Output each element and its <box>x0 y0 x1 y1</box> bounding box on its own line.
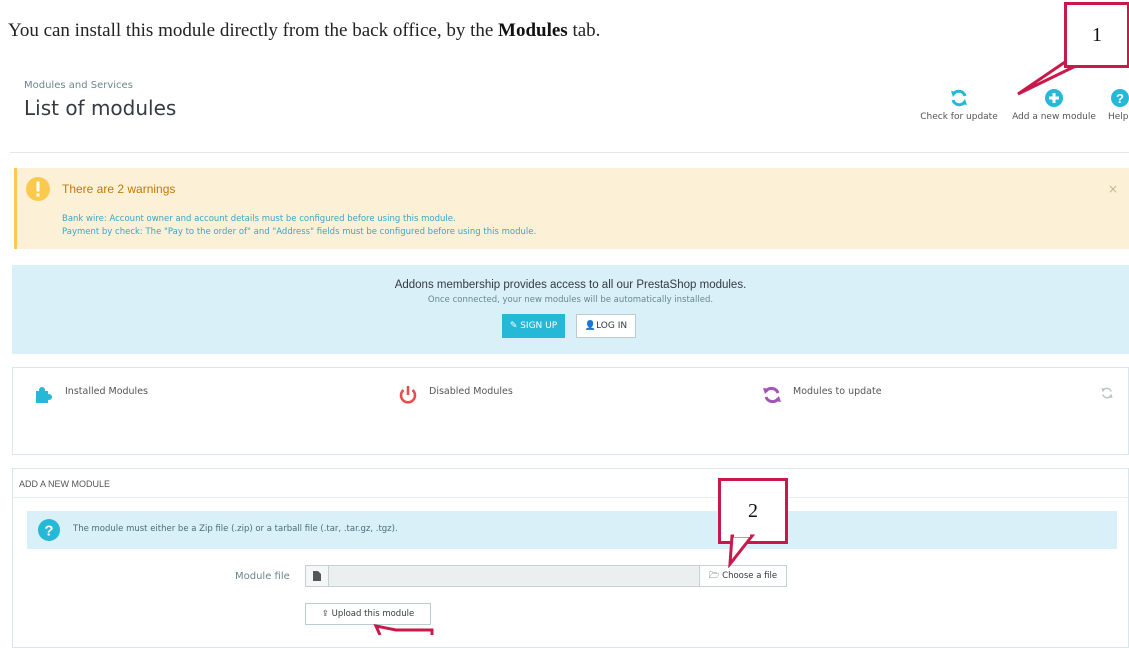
log-in-button[interactable]: 👤LOG IN <box>576 314 636 338</box>
folder-icon: 🗁 <box>708 571 723 581</box>
add-new-module-button[interactable]: Add a new module <box>1008 88 1100 122</box>
user-icon: 👤 <box>584 321 597 331</box>
panel-divider <box>13 497 1128 498</box>
info-alert: ? The module must either be a Zip file (… <box>27 511 1117 549</box>
warning-line: Payment by check: The "Pay to the order … <box>62 227 537 237</box>
svg-text:?: ? <box>1116 91 1124 106</box>
help-button[interactable]: ? Help <box>1108 88 1129 122</box>
puzzle-icon <box>36 387 52 403</box>
modules-tab-emphasis: Modules <box>498 20 568 41</box>
question-circle-icon: ? <box>38 519 60 541</box>
choose-file-button[interactable]: 🗁 Choose a file <box>699 566 786 586</box>
panel-heading: ADD A NEW MODULE <box>19 479 111 489</box>
page-title: List of modules <box>24 96 177 120</box>
addons-title: Addons membership provides access to all… <box>394 279 747 291</box>
intro-text: You can install this module directly fro… <box>8 20 601 41</box>
svg-text:?: ? <box>44 523 53 540</box>
close-icon[interactable]: × <box>1108 182 1118 196</box>
module-file-label: Module file <box>235 571 290 582</box>
breadcrumb: Modules and Services <box>24 80 133 91</box>
refresh-icon <box>763 386 781 404</box>
add-new-module-panel: ADD A NEW MODULE ? The module must eithe… <box>12 468 1129 648</box>
warning-icon <box>26 177 50 201</box>
refresh-icon[interactable] <box>1100 386 1114 400</box>
warnings-title: There are 2 warnings <box>62 182 176 196</box>
header-divider <box>10 152 1129 153</box>
pencil-icon: ✎ <box>509 321 521 331</box>
question-circle-icon: ? <box>1111 89 1129 107</box>
file-icon <box>306 566 329 586</box>
addons-membership-banner: Addons membership provides access to all… <box>12 265 1129 354</box>
power-icon <box>399 386 417 404</box>
check-for-update-button[interactable]: Check for update <box>916 88 1002 122</box>
info-text: The module must either be a Zip file (.z… <box>73 524 398 534</box>
plus-circle-icon <box>1045 89 1063 107</box>
addons-subtitle: Once connected, your new modules will be… <box>427 295 714 305</box>
callout-3-pointer <box>373 623 434 635</box>
callout-1: 1 <box>1064 2 1129 68</box>
upload-icon: ⇪ <box>321 609 332 619</box>
warning-line: Bank wire: Account owner and account det… <box>62 214 456 224</box>
warnings-alert: There are 2 warnings Bank wire: Account … <box>14 168 1129 249</box>
sign-up-button[interactable]: ✎ SIGN UP <box>502 314 565 338</box>
module-stats-panel: Installed Modules Disabled Modules Modul… <box>12 367 1129 455</box>
module-file-input[interactable]: 🗁 Choose a file <box>305 565 787 587</box>
refresh-icon <box>951 89 967 107</box>
callout-2-pointer <box>728 534 756 568</box>
